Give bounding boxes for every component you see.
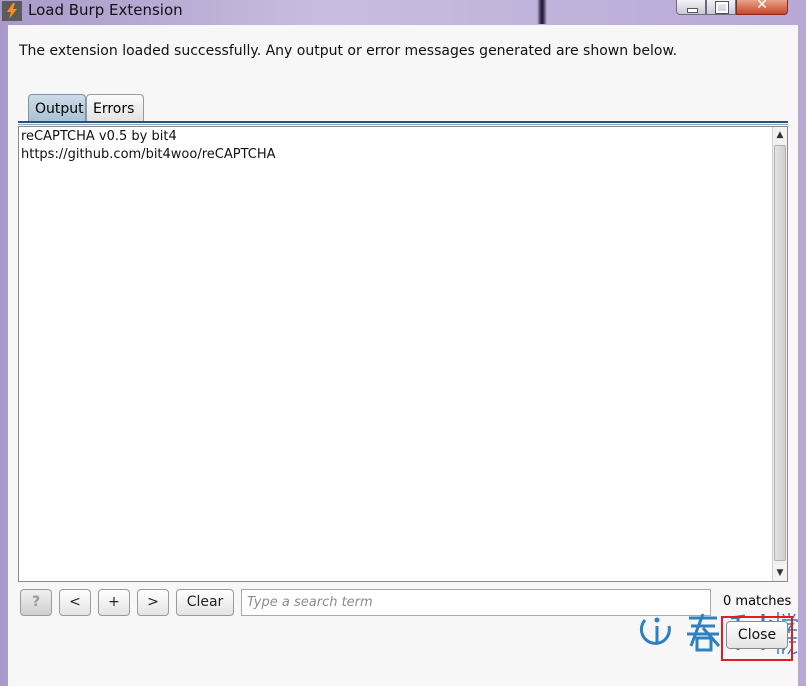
- window-title: Load Burp Extension: [28, 1, 183, 19]
- close-button[interactable]: Close: [726, 621, 788, 649]
- status-message: The extension loaded successfully. Any o…: [19, 43, 678, 59]
- output-textarea[interactable]: reCAPTCHA v0.5 by bit4 https://github.com…: [18, 126, 788, 582]
- close-x-icon: ✕: [756, 0, 768, 13]
- minimize-button[interactable]: [676, 0, 706, 15]
- match-count: 0 matches: [723, 594, 792, 609]
- output-text[interactable]: reCAPTCHA v0.5 by bit4 https://github.com…: [21, 128, 276, 164]
- vertical-scrollbar[interactable]: ▲ ▼: [772, 127, 787, 581]
- background-stripe: [537, 0, 547, 24]
- dialog-content: The extension loaded successfully. Any o…: [8, 25, 798, 686]
- scroll-down-arrow-icon[interactable]: ▼: [773, 565, 787, 581]
- load-burp-extension-window: Load Burp Extension ✕ The extension load…: [0, 0, 806, 686]
- next-match-button[interactable]: >: [137, 589, 169, 616]
- window-controls: ✕: [676, 0, 788, 16]
- tab-errors[interactable]: Errors: [86, 94, 144, 122]
- output-line: reCAPTCHA v0.5 by bit4: [21, 129, 177, 144]
- window-close-button[interactable]: ✕: [736, 0, 788, 15]
- add-button[interactable]: +: [98, 589, 130, 616]
- maximize-button[interactable]: [706, 0, 736, 15]
- title-bar[interactable]: Load Burp Extension ✕: [0, 0, 806, 24]
- tab-output[interactable]: Output: [28, 94, 86, 122]
- scroll-up-arrow-icon[interactable]: ▲: [773, 127, 787, 143]
- burp-lightning-icon: [2, 1, 22, 21]
- output-line: https://github.com/bit4woo/reCAPTCHA: [21, 147, 276, 162]
- tab-divider: [18, 121, 788, 123]
- scroll-thumb[interactable]: [774, 145, 786, 561]
- previous-match-button[interactable]: <: [59, 589, 91, 616]
- tab-divider-highlight: [18, 124, 788, 125]
- clear-button[interactable]: Clear: [176, 589, 234, 616]
- help-button[interactable]: ?: [20, 589, 52, 616]
